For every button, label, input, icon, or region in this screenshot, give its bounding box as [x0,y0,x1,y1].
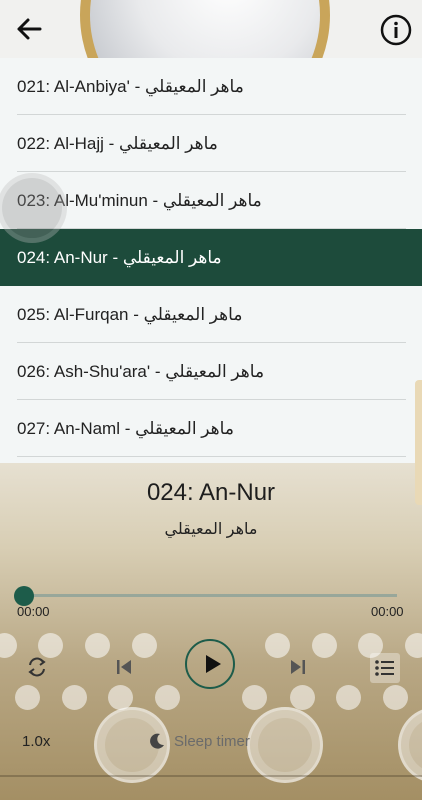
seek-bar[interactable] [24,594,397,597]
skip-next-icon[interactable] [288,657,308,677]
total-time: 00:00 [371,604,404,619]
now-playing-title: 024: An-Nur [146,479,276,506]
pattern-dot [242,685,267,710]
current-time: 00:00 [17,604,50,619]
pattern-dot [132,633,157,658]
list-item[interactable]: 026: Ash-Shu'ara' - ماهر المعيقلي [0,343,422,400]
playlist-icon[interactable] [370,653,400,683]
touch-ripple [2,178,62,238]
reciter-avatar [90,0,320,58]
pattern-dot [85,633,110,658]
quran-medallion [398,707,422,783]
play-icon [206,655,221,673]
playback-speed-button[interactable]: 1.0x [22,733,50,750]
pattern-dot [290,685,315,710]
sleep-timer-button[interactable]: Sleep timer [148,723,268,759]
edge-drawer-handle[interactable] [415,380,422,505]
list-item[interactable]: 025: Al-Furqan - ماهر المعيقلي [0,286,422,343]
seek-thumb[interactable] [14,586,34,606]
list-item[interactable]: 021: Al-Anbiya' - ماهر المعيقلي [0,58,422,115]
track-list[interactable]: 021: Al-Anbiya' - ماهر المعيقلي 022: Al-… [0,58,422,463]
skip-previous-icon[interactable] [114,657,134,677]
track-label: 024: An-Nur - ماهر المعيقلي [17,247,222,267]
track-label: 022: Al-Hajj - ماهر المعيقلي [17,133,218,153]
list-item[interactable]: 022: Al-Hajj - ماهر المعيقلي [0,115,422,172]
track-label: 025: Al-Furqan - ماهر المعيقلي [17,304,243,324]
pattern-dot [265,633,290,658]
list-item-active[interactable]: 024: An-Nur - ماهر المعيقلي [0,229,422,286]
pattern-dot [0,633,17,658]
list-item[interactable]: 027: An-Naml - ماهر المعيقلي [0,400,422,457]
track-label: 026: Ash-Shu'ara' - ماهر المعيقلي [17,361,265,381]
arrow-left-icon[interactable] [12,12,46,46]
now-playing-reciter: ماهر المعيقلي [164,521,258,538]
divider [0,775,422,777]
moon-icon [150,733,164,749]
track-label: 027: An-Naml - ماهر المعيقلي [17,418,234,438]
pattern-dot [405,633,422,658]
pattern-dot [383,685,408,710]
pattern-dot [38,633,63,658]
pattern-dot [15,685,40,710]
app-header [0,0,422,58]
divider [17,456,406,457]
info-circle-icon[interactable] [378,12,414,48]
pattern-dot [62,685,87,710]
list-item[interactable]: 023: Al-Mu'minun - ماهر المعيقلي [0,172,422,229]
pattern-dot [155,685,180,710]
pattern-dot [336,685,361,710]
track-label: 021: Al-Anbiya' - ماهر المعيقلي [17,76,244,96]
repeat-icon[interactable] [26,656,48,678]
sleep-timer-label: Sleep timer [174,732,250,750]
pattern-dot [312,633,337,658]
player-panel: 024: An-Nur ماهر المعيقلي 00:00 00:00 1.… [0,463,422,800]
play-button[interactable] [185,639,235,689]
